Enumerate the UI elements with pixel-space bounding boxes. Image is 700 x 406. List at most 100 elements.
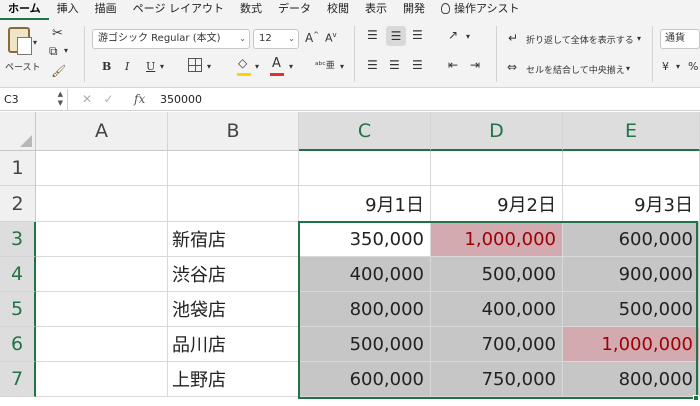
name-box-stepper-icon[interactable]: ▲ ▼ — [58, 90, 63, 108]
cell-a5[interactable] — [36, 292, 168, 327]
row-header-6[interactable]: 6 — [0, 327, 36, 362]
row-header-7[interactable]: 7 — [0, 362, 36, 397]
chevron-down-icon[interactable]: ▾ — [289, 62, 293, 71]
chevron-down-icon[interactable]: ▾ — [340, 62, 344, 71]
tab-home[interactable]: ホーム — [0, 0, 49, 20]
chevron-down-icon[interactable]: ▾ — [207, 62, 211, 71]
row-header-3[interactable]: 3 — [0, 222, 36, 257]
cell-d7[interactable]: 750,000 — [431, 362, 563, 397]
fill-color-icon[interactable]: ◇ — [238, 56, 247, 70]
cell-e3[interactable]: 600,000 — [563, 222, 700, 257]
chevron-down-icon[interactable]: ▾ — [676, 62, 680, 71]
cell-e4[interactable]: 900,000 — [563, 257, 700, 292]
chevron-down-icon[interactable]: ▾ — [64, 46, 68, 55]
column-header-a[interactable]: A — [36, 112, 168, 151]
chevron-down-icon[interactable]: ▾ — [255, 62, 259, 71]
cell-c2[interactable]: 9月1日 — [299, 186, 431, 222]
orientation-icon[interactable]: ↗ — [448, 28, 458, 42]
underline-button[interactable]: U — [146, 60, 155, 73]
align-bottom-icon[interactable]: ☰ — [412, 28, 423, 42]
merge-center-button[interactable]: セルを結合して中央揃え — [526, 63, 625, 76]
paste-icon[interactable] — [8, 27, 32, 55]
phonetic-icon[interactable]: ᵃᵇᶜ亜 — [315, 58, 335, 71]
increase-indent-icon[interactable]: ⇥ — [470, 58, 480, 72]
cell-e7[interactable]: 800,000 — [563, 362, 700, 397]
copy-icon[interactable]: ⧉ — [49, 44, 58, 59]
tab-page-layout[interactable]: ページ レイアウト — [125, 0, 232, 20]
row-header-1[interactable]: 1 — [0, 151, 36, 186]
tab-view[interactable]: 表示 — [357, 0, 395, 20]
percent-icon[interactable]: % — [688, 60, 698, 73]
borders-icon[interactable] — [188, 58, 202, 72]
cancel-icon[interactable]: ✕ — [82, 92, 92, 106]
tab-tell-me[interactable]: 操作アシスト — [433, 0, 528, 20]
decrease-indent-icon[interactable]: ⇤ — [448, 58, 458, 72]
cell-d5[interactable]: 400,000 — [431, 292, 563, 327]
cell-b2[interactable] — [168, 186, 299, 222]
cell-d3[interactable]: 1,000,000 — [431, 222, 563, 257]
row-header-4[interactable]: 4 — [0, 257, 36, 292]
cell-a2[interactable] — [36, 186, 168, 222]
cell-b3[interactable]: 新宿店 — [168, 222, 299, 257]
align-right-icon[interactable]: ☰ — [412, 58, 423, 72]
cell-b6[interactable]: 品川店 — [168, 327, 299, 362]
cell-c3[interactable]: 350,000 — [299, 222, 431, 257]
formula-input[interactable]: 350000 — [160, 93, 202, 106]
align-middle-icon[interactable]: ☰ — [386, 26, 406, 46]
number-format-select[interactable]: 通貨 — [660, 29, 700, 49]
chevron-down-icon[interactable]: ▾ — [466, 32, 470, 41]
currency-icon[interactable]: ¥ — [662, 60, 669, 73]
cell-a6[interactable] — [36, 327, 168, 362]
row-header-5[interactable]: 5 — [0, 292, 36, 327]
tab-formulas[interactable]: 数式 — [232, 0, 270, 20]
cell-e6[interactable]: 1,000,000 — [563, 327, 700, 362]
align-left-icon[interactable]: ☰ — [367, 58, 378, 72]
merge-center-icon[interactable]: ⇔ — [507, 60, 517, 74]
cell-c7[interactable]: 600,000 — [299, 362, 431, 397]
cell-c4[interactable]: 400,000 — [299, 257, 431, 292]
increase-font-icon[interactable]: A^ — [305, 31, 319, 45]
cell-a1[interactable] — [36, 151, 168, 186]
confirm-icon[interactable]: ✓ — [104, 92, 114, 106]
cell-c1[interactable] — [299, 151, 431, 186]
font-color-icon[interactable]: A — [272, 56, 281, 71]
cell-a4[interactable] — [36, 257, 168, 292]
column-header-e[interactable]: E — [563, 112, 700, 151]
cell-d1[interactable] — [431, 151, 563, 186]
column-header-d[interactable]: D — [431, 112, 563, 151]
cell-e5[interactable]: 500,000 — [563, 292, 700, 327]
cell-e2[interactable]: 9月3日 — [563, 186, 700, 222]
tab-review[interactable]: 校閲 — [319, 0, 357, 20]
chevron-down-icon[interactable]: ▾ — [33, 38, 37, 47]
format-painter-icon[interactable]: 🖌 — [51, 64, 66, 78]
wrap-text-icon[interactable]: ↵ — [508, 31, 518, 45]
chevron-down-icon[interactable]: ▾ — [626, 64, 630, 73]
column-header-b[interactable]: B — [168, 112, 299, 151]
select-all-button[interactable] — [0, 112, 36, 151]
chevron-down-icon[interactable]: ▾ — [637, 34, 641, 43]
cell-a3[interactable] — [36, 222, 168, 257]
cell-b4[interactable]: 渋谷店 — [168, 257, 299, 292]
decrease-font-icon[interactable]: Av — [325, 31, 337, 45]
font-size-select[interactable]: 12 ⌄ — [253, 29, 299, 49]
name-box[interactable]: C3 ▲ ▼ — [0, 89, 68, 110]
column-header-c[interactable]: C — [299, 112, 431, 151]
cell-c6[interactable]: 500,000 — [299, 327, 431, 362]
chevron-down-icon[interactable]: ▾ — [160, 62, 164, 71]
tab-developer[interactable]: 開発 — [395, 0, 433, 20]
tab-draw[interactable]: 描画 — [87, 0, 125, 20]
tab-data[interactable]: データ — [270, 0, 319, 20]
align-center-icon[interactable]: ☰ — [389, 58, 400, 72]
cell-d2[interactable]: 9月2日 — [431, 186, 563, 222]
cell-c5[interactable]: 800,000 — [299, 292, 431, 327]
cell-d6[interactable]: 700,000 — [431, 327, 563, 362]
cell-b1[interactable] — [168, 151, 299, 186]
italic-button[interactable]: I — [125, 60, 129, 73]
insert-function-button[interactable]: fx — [134, 92, 145, 106]
fill-handle[interactable] — [693, 395, 699, 401]
row-header-2[interactable]: 2 — [0, 186, 36, 222]
cell-b7[interactable]: 上野店 — [168, 362, 299, 397]
cell-d4[interactable]: 500,000 — [431, 257, 563, 292]
cell-a7[interactable] — [36, 362, 168, 397]
bold-button[interactable]: B — [102, 60, 111, 73]
